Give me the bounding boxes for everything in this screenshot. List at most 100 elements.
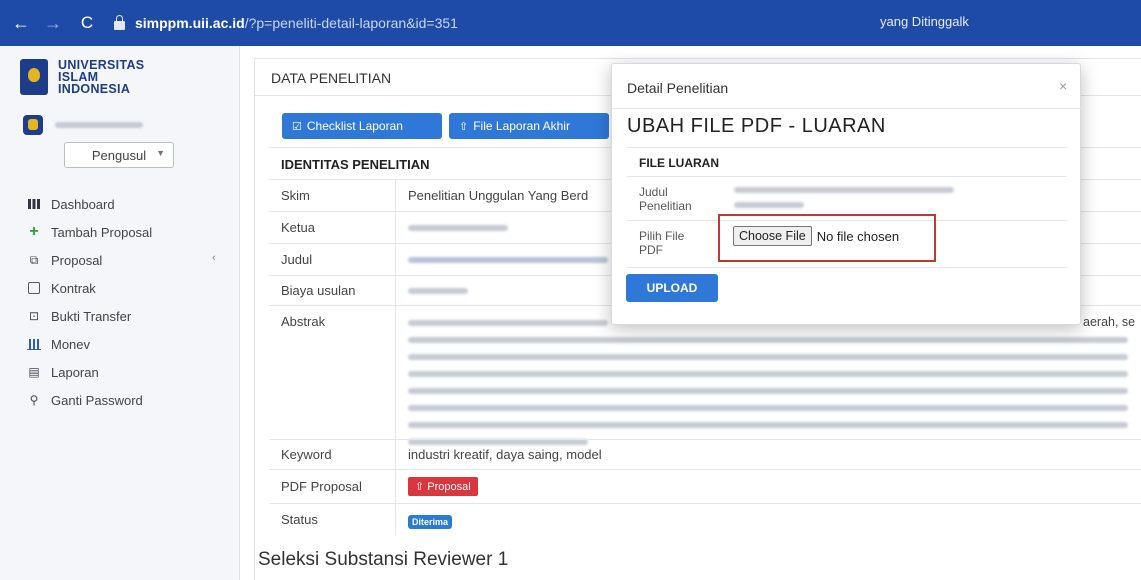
sidebar-item-proposal[interactable]: ⧉ Proposal ‹ bbox=[0, 248, 239, 272]
copy-icon: ⧉ bbox=[29, 252, 39, 267]
status-badge-label: Diterima bbox=[408, 515, 453, 529]
table-row: Abstrak bbox=[269, 305, 1141, 445]
column-divider bbox=[395, 504, 396, 535]
detail-penelitian-modal: Detail Penelitian × UBAH FILE PDF - LUAR… bbox=[611, 63, 1082, 325]
user-info bbox=[0, 114, 239, 136]
role-select[interactable]: Pengusul ▼ bbox=[64, 142, 174, 168]
brand-name: UNIVERSITAS ISLAM INDONESIA bbox=[58, 59, 144, 96]
row-label-line: Pilih File bbox=[639, 229, 685, 243]
user-name-redacted bbox=[55, 122, 143, 128]
brand[interactable]: UNIVERSITAS ISLAM INDONESIA bbox=[0, 46, 239, 98]
table-row: FILE LUARAN bbox=[627, 147, 1067, 176]
page-title: DATA PENELITIAN bbox=[271, 70, 392, 86]
biaya-value-redacted bbox=[408, 288, 468, 294]
button-label: Proposal bbox=[427, 481, 471, 493]
sidebar-menu: Dashboard + Tambah Proposal ⧉ Proposal ‹… bbox=[0, 192, 239, 412]
university-logo-icon bbox=[20, 59, 48, 95]
role-select-value: Pengusul bbox=[91, 147, 147, 163]
column-divider bbox=[395, 440, 396, 469]
file-icon bbox=[27, 281, 41, 295]
row-label-line: Judul bbox=[639, 185, 668, 199]
checklist-laporan-button[interactable]: ☑ Checklist Laporan bbox=[282, 113, 442, 139]
forward-button[interactable]: → bbox=[40, 13, 66, 34]
close-icon[interactable]: × bbox=[1059, 78, 1067, 94]
button-label: Checklist Laporan bbox=[306, 119, 403, 133]
row-label: Judul Penelitian bbox=[639, 185, 692, 213]
sidebar: UNIVERSITAS ISLAM INDONESIA Pengusul ▼ D… bbox=[0, 46, 240, 580]
section-heading: IDENTITAS PENELITIAN bbox=[281, 157, 430, 172]
modal-heading: UBAH FILE PDF - LUARAN bbox=[627, 115, 886, 137]
file-status: No file chosen bbox=[816, 228, 900, 244]
chevron-down-icon: ▼ bbox=[156, 148, 165, 158]
divider bbox=[612, 108, 1082, 109]
column-divider bbox=[395, 244, 396, 275]
column-divider bbox=[395, 212, 396, 243]
reviewer-section-heading: Seleksi Substansi Reviewer 1 bbox=[258, 549, 509, 570]
file-laporan-akhir-button[interactable]: ⇧ File Laporan Akhir bbox=[449, 113, 609, 139]
back-button[interactable]: ← bbox=[8, 13, 34, 34]
row-label: Keyword bbox=[281, 447, 332, 462]
cut-off-text: yang Ditinggalk bbox=[880, 14, 969, 29]
upload-button[interactable]: UPLOAD bbox=[626, 274, 718, 302]
column-divider bbox=[395, 470, 396, 503]
row-label: Ketua bbox=[281, 220, 315, 235]
abstrak-value-redacted bbox=[408, 320, 1128, 445]
column-divider bbox=[395, 306, 396, 439]
address-bar[interactable]: simppm.uii.ac.id /?p=peneliti-detail-lap… bbox=[114, 14, 458, 31]
judul-value-redacted bbox=[734, 187, 954, 208]
table-row: Keyword industri kreatif, daya saing, mo… bbox=[269, 439, 1141, 469]
ketua-value-redacted bbox=[408, 225, 508, 231]
row-label: PDF Proposal bbox=[281, 479, 362, 494]
reload-button[interactable]: C bbox=[74, 13, 100, 33]
document-icon: ▤ bbox=[28, 365, 40, 379]
url-host: simppm.uii.ac.id bbox=[135, 15, 245, 31]
browser-toolbar: ← → C simppm.uii.ac.id /?p=peneliti-deta… bbox=[0, 0, 1141, 46]
url-path: /?p=peneliti-detail-laporan&id=351 bbox=[244, 15, 458, 31]
section-heading: FILE LUARAN bbox=[639, 156, 719, 170]
sidebar-item-label: Kontrak bbox=[51, 280, 96, 296]
brand-line-3: INDONESIA bbox=[58, 82, 131, 96]
chevron-left-icon: ‹ bbox=[212, 252, 216, 264]
file-input[interactable]: Choose File No file chosen bbox=[733, 226, 899, 246]
bar-chart-icon bbox=[27, 337, 41, 351]
sidebar-item-label: Monev bbox=[51, 336, 91, 352]
sidebar-item-ganti-password[interactable]: ⚲ Ganti Password bbox=[0, 388, 239, 412]
row-label: Biaya usulan bbox=[281, 283, 356, 298]
row-label: Skim bbox=[281, 188, 310, 203]
sidebar-item-label: Tambah Proposal bbox=[51, 224, 153, 240]
lock-icon bbox=[114, 14, 125, 30]
sidebar-item-label: Proposal bbox=[51, 252, 103, 268]
status-badge: Diterima bbox=[408, 513, 453, 529]
upload-icon: ⇧ bbox=[415, 481, 428, 493]
row-label: Pilih File PDF bbox=[639, 229, 684, 257]
row-label: Judul bbox=[281, 252, 313, 267]
sidebar-item-label: Dashboard bbox=[51, 196, 115, 212]
skim-value: Penelitian Unggulan Yang Berd bbox=[408, 188, 589, 203]
file-input-highlight: Choose File No file chosen bbox=[718, 214, 936, 262]
keyword-value: industri kreatif, daya saing, model bbox=[408, 447, 602, 462]
grid-icon bbox=[27, 197, 41, 211]
avatar bbox=[23, 115, 43, 135]
checkbox-icon: ☑ bbox=[292, 120, 302, 133]
table-row: PDF Proposal ⇧ Proposal bbox=[269, 469, 1141, 503]
divider bbox=[627, 267, 1067, 268]
button-label: File Laporan Akhir bbox=[473, 119, 570, 133]
sidebar-item-monev[interactable]: Monev bbox=[0, 332, 239, 356]
choose-file-button[interactable]: Choose File bbox=[733, 226, 812, 246]
row-label: Abstrak bbox=[281, 314, 326, 329]
row-label-line: PDF bbox=[639, 243, 663, 257]
proposal-pdf-button[interactable]: ⇧ Proposal bbox=[408, 477, 478, 496]
sidebar-item-kontrak[interactable]: Kontrak bbox=[0, 276, 239, 300]
sidebar-item-bukti-transfer[interactable]: ⊡ Bukti Transfer bbox=[0, 304, 239, 328]
sidebar-item-tambah-proposal[interactable]: + Tambah Proposal bbox=[0, 220, 239, 244]
sidebar-item-label: Ganti Password bbox=[51, 392, 143, 408]
abstrak-cut-text: aerah, se bbox=[1083, 315, 1136, 329]
sidebar-item-laporan[interactable]: ▤ Laporan bbox=[0, 360, 239, 384]
upload-icon: ⇧ bbox=[459, 120, 469, 133]
row-label-line: Penelitian bbox=[639, 199, 692, 213]
table-row: Status Diterima bbox=[269, 503, 1141, 535]
sidebar-item-label: Bukti Transfer bbox=[51, 308, 132, 324]
sidebar-item-dashboard[interactable]: Dashboard bbox=[0, 192, 239, 216]
money-icon: ⊡ bbox=[28, 309, 40, 323]
modal-title: Detail Penelitian bbox=[627, 80, 729, 96]
